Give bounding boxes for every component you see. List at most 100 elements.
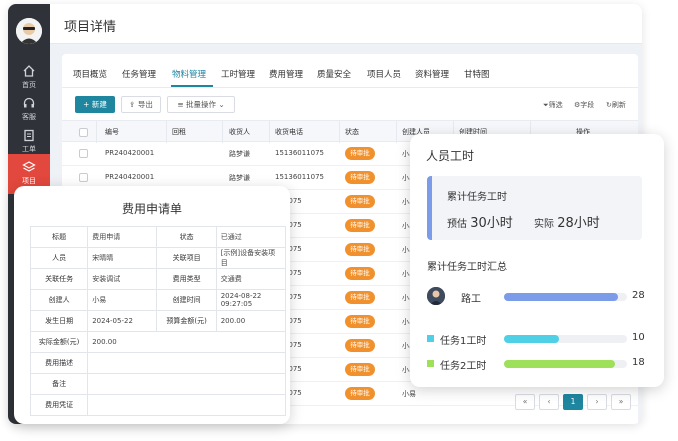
sidebar-item-label: 工单 — [22, 145, 36, 153]
expense-row: 人员 宋晴晴 关联项目 [示例]设备安装项目 — [29, 247, 287, 269]
tab-documents[interactable]: 资料管理 — [415, 68, 449, 80]
expense-row: 费用描述 — [29, 352, 286, 374]
field-label: 实际金额(元) — [29, 331, 89, 353]
column-divider — [166, 121, 167, 143]
tab-members[interactable]: 项目人员 — [367, 68, 401, 80]
page-title: 项目详情 — [64, 20, 117, 35]
field-label: 费用凭证 — [29, 394, 89, 416]
hours-bar-track — [504, 360, 627, 368]
summary-accent-bar — [427, 176, 432, 240]
actual-value: 28小时 — [557, 216, 600, 231]
batch-operation-label: 批量操作 — [186, 100, 216, 109]
sidebar-item-label: 首页 — [22, 81, 36, 89]
hours-value: 18 — [632, 357, 645, 368]
user-avatar[interactable] — [16, 18, 42, 44]
new-button[interactable]: + 新建 — [75, 96, 115, 113]
plus-icon: + — [83, 100, 92, 109]
select-all-checkbox[interactable] — [79, 128, 88, 137]
field-label: 关联项目 — [156, 247, 217, 269]
field-label: 费用类型 — [156, 268, 217, 290]
last-page-button[interactable]: » — [611, 394, 631, 410]
field-label: 创建人 — [29, 289, 89, 311]
expense-title: 费用申请单 — [121, 202, 182, 216]
hours-name: 任务1工时 — [440, 336, 487, 347]
hours-value: 28 — [632, 290, 645, 301]
expense-row: 发生日期 2024-05-22 预算金额(元) 200.00 — [29, 310, 287, 332]
expense-row: 创建人 小易 创建时间 2024-08-22 09:27:05 — [29, 289, 287, 311]
col-header: 状态 — [345, 128, 359, 136]
field-label: 人员 — [29, 247, 89, 269]
hours-bar-fill — [504, 360, 615, 368]
hours-bar-track — [504, 293, 627, 301]
page-button-current[interactable]: 1 — [563, 394, 583, 410]
row-code: PR240420001 — [105, 173, 155, 181]
expense-row: 标题 费用申请 状态 已通过 — [29, 226, 287, 248]
fields-label: 字段 — [580, 101, 595, 109]
status-value: 已通过 — [215, 226, 287, 248]
expense-row: 实际金额(元) 200.00 — [29, 331, 286, 353]
field-label: 关联任务 — [29, 268, 89, 290]
refresh-label: 刷新 — [611, 101, 626, 109]
field-label: 费用描述 — [29, 352, 89, 374]
status-badge: 待审批 — [345, 387, 375, 400]
column-divider — [339, 121, 340, 143]
status-badge: 待审批 — [345, 291, 375, 304]
column-divider — [96, 121, 97, 143]
hours-name: 任务2工时 — [440, 361, 487, 372]
col-header: 编号 — [105, 128, 119, 136]
next-page-button[interactable]: › — [587, 394, 607, 410]
field-label: 创建时间 — [156, 289, 217, 311]
estimated-hours: 预估 30小时 — [447, 212, 513, 231]
hours-row: 任务2工时 18 — [427, 355, 647, 373]
status-badge: 待审批 — [345, 267, 375, 280]
status-badge: 待审批 — [345, 219, 375, 232]
hours-row: 任务1工时 10 — [427, 330, 647, 348]
row-creator: 小易 — [402, 390, 416, 398]
status-badge: 待审批 — [345, 339, 375, 352]
hours-name: 路工 — [461, 294, 481, 305]
field-value: 交通费 — [215, 268, 287, 290]
field-value: 200.00 — [215, 310, 287, 332]
row-receiver: 路梦谦 — [229, 150, 250, 158]
row-checkbox[interactable] — [79, 173, 88, 182]
tab-expenses[interactable]: 费用管理 — [269, 68, 303, 80]
estimated-label: 预估 — [447, 219, 467, 230]
summary-title: 累计任务工时 — [447, 192, 507, 203]
tab-materials[interactable]: 物料管理 — [172, 68, 206, 80]
fields-button[interactable]: ⚙字段 — [574, 100, 594, 110]
field-value: 2024-08-22 09:27:05 — [215, 289, 287, 311]
filter-button[interactable]: ⏷筛选 — [543, 100, 563, 110]
export-button-label: 导出 — [137, 100, 153, 109]
tab-hours[interactable]: 工时管理 — [221, 68, 255, 80]
personnel-hours-card: 人员工时 累计任务工时 预估 30小时 实际 28小时 累计任务工时汇总 路工 … — [410, 134, 664, 387]
field-value — [87, 373, 286, 395]
field-value: 宋晴晴 — [87, 247, 158, 269]
hours-bar-track — [504, 335, 627, 343]
prev-page-button[interactable]: ‹ — [539, 394, 559, 410]
first-page-button[interactable]: « — [515, 394, 535, 410]
field-label: 备注 — [29, 373, 89, 395]
col-header: 收货人 — [229, 128, 250, 136]
field-value — [87, 352, 286, 374]
tab-quality[interactable]: 质量安全 — [317, 68, 351, 80]
list-icon: ≡ — [177, 100, 186, 109]
headset-icon — [23, 97, 35, 108]
estimated-value: 30小时 — [470, 216, 513, 231]
export-button[interactable]: ⇪ 导出 — [121, 96, 161, 113]
sidebar-item-label: 客服 — [22, 113, 36, 121]
home-icon — [23, 65, 35, 77]
column-divider — [222, 121, 223, 143]
status-badge: 待审批 — [345, 243, 375, 256]
tab-overview[interactable]: 项目概览 — [73, 68, 107, 80]
person-avatar — [427, 287, 445, 305]
sidebar-item-label: 项目 — [22, 177, 36, 185]
row-checkbox[interactable] — [79, 149, 88, 158]
legend-square — [427, 360, 434, 367]
active-tab-indicator — [171, 85, 213, 87]
status-badge: 待审批 — [345, 315, 375, 328]
batch-operation-dropdown[interactable]: ≡ 批量操作 ⌄ — [167, 96, 235, 113]
refresh-button[interactable]: ↻刷新 — [606, 100, 626, 110]
tab-gantt[interactable]: 甘特图 — [464, 68, 490, 80]
row-code: PR240420001 — [105, 149, 155, 157]
tab-tasks[interactable]: 任务管理 — [122, 68, 156, 80]
